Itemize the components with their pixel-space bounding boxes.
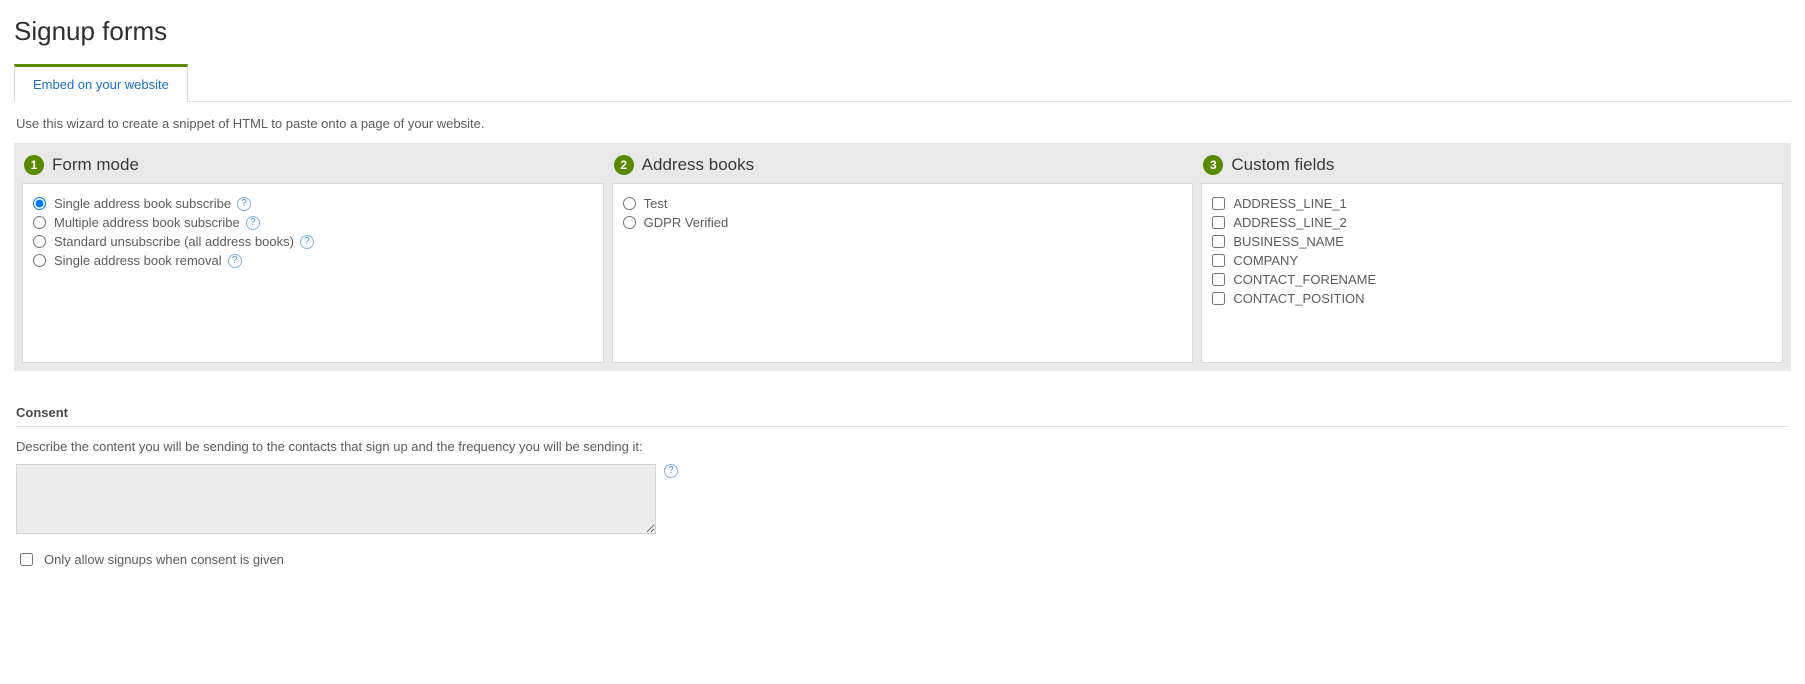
option-label: BUSINESS_NAME: [1233, 234, 1344, 249]
option-label: Multiple address book subscribe: [54, 215, 240, 230]
address-book-option[interactable]: GDPR Verified: [623, 213, 1183, 232]
custom-field-option[interactable]: CONTACT_FORENAME: [1212, 270, 1772, 289]
panel-custom-fields: ADDRESS_LINE_1 ADDRESS_LINE_2 BUSINESS_N…: [1201, 183, 1783, 363]
step-badge-1: 1: [24, 155, 44, 175]
consent-heading: Consent: [16, 405, 1789, 427]
custom-field-option[interactable]: COMPANY: [1212, 251, 1772, 270]
col-header: 3 Custom fields: [1201, 151, 1783, 183]
option-label: ADDRESS_LINE_1: [1233, 196, 1346, 211]
step-badge-3: 3: [1203, 155, 1223, 175]
col-header: 1 Form mode: [22, 151, 604, 183]
option-label: COMPANY: [1233, 253, 1298, 268]
intro-text: Use this wizard to create a snippet of H…: [16, 116, 1789, 131]
checkbox-address-line-2[interactable]: [1212, 216, 1225, 229]
wizard-col-form-mode: 1 Form mode Single address book subscrib…: [22, 151, 604, 363]
option-label: CONTACT_FORENAME: [1233, 272, 1376, 287]
page-title: Signup forms: [14, 16, 1791, 47]
only-allow-row[interactable]: Only allow signups when consent is given: [16, 550, 1789, 569]
panel-address-books: Test GDPR Verified: [612, 183, 1194, 363]
custom-field-option[interactable]: CONTACT_POSITION: [1212, 289, 1772, 308]
col-title-address-books: Address books: [642, 155, 754, 175]
radio-single-subscribe[interactable]: [33, 197, 46, 210]
form-mode-option[interactable]: Standard unsubscribe (all address books)…: [33, 232, 593, 251]
tabs: Embed on your website: [14, 63, 1791, 102]
form-mode-option[interactable]: Single address book removal ?: [33, 251, 593, 270]
checkbox-company[interactable]: [1212, 254, 1225, 267]
option-label: CONTACT_POSITION: [1233, 291, 1364, 306]
only-allow-label: Only allow signups when consent is given: [44, 552, 284, 567]
option-label: ADDRESS_LINE_2: [1233, 215, 1346, 230]
col-title-custom-fields: Custom fields: [1231, 155, 1334, 175]
wizard: 1 Form mode Single address book subscrib…: [14, 143, 1791, 371]
wizard-col-address-books: 2 Address books Test GDPR Verified: [612, 151, 1194, 363]
consent-row: ?: [16, 464, 1789, 534]
option-label: Standard unsubscribe (all address books): [54, 234, 294, 249]
col-header: 2 Address books: [612, 151, 1194, 183]
panel-form-mode: Single address book subscribe ? Multiple…: [22, 183, 604, 363]
radio-book-gdpr[interactable]: [623, 216, 636, 229]
radio-multiple-subscribe[interactable]: [33, 216, 46, 229]
step-badge-2: 2: [614, 155, 634, 175]
col-title-form-mode: Form mode: [52, 155, 139, 175]
help-icon[interactable]: ?: [246, 216, 260, 230]
consent-describe-label: Describe the content you will be sending…: [16, 439, 1789, 454]
radio-book-test[interactable]: [623, 197, 636, 210]
checkbox-contact-forename[interactable]: [1212, 273, 1225, 286]
option-label: Test: [644, 196, 668, 211]
radio-standard-unsub[interactable]: [33, 235, 46, 248]
address-book-option[interactable]: Test: [623, 194, 1183, 213]
custom-field-option[interactable]: ADDRESS_LINE_2: [1212, 213, 1772, 232]
custom-field-option[interactable]: ADDRESS_LINE_1: [1212, 194, 1772, 213]
help-icon[interactable]: ?: [228, 254, 242, 268]
option-label: GDPR Verified: [644, 215, 729, 230]
consent-section: Consent Describe the content you will be…: [14, 405, 1791, 569]
radio-single-removal[interactable]: [33, 254, 46, 267]
checkbox-contact-position[interactable]: [1212, 292, 1225, 305]
form-mode-option[interactable]: Multiple address book subscribe ?: [33, 213, 593, 232]
consent-textarea[interactable]: [16, 464, 656, 534]
checkbox-only-allow[interactable]: [20, 553, 33, 566]
tab-embed[interactable]: Embed on your website: [14, 64, 188, 102]
checkbox-address-line-1[interactable]: [1212, 197, 1225, 210]
help-icon[interactable]: ?: [664, 464, 678, 478]
wizard-col-custom-fields: 3 Custom fields ADDRESS_LINE_1 ADDRESS_L…: [1201, 151, 1783, 363]
option-label: Single address book removal: [54, 253, 222, 268]
custom-field-option[interactable]: BUSINESS_NAME: [1212, 232, 1772, 251]
help-icon[interactable]: ?: [237, 197, 251, 211]
option-label: Single address book subscribe: [54, 196, 231, 211]
form-mode-option[interactable]: Single address book subscribe ?: [33, 194, 593, 213]
help-icon[interactable]: ?: [300, 235, 314, 249]
checkbox-business-name[interactable]: [1212, 235, 1225, 248]
